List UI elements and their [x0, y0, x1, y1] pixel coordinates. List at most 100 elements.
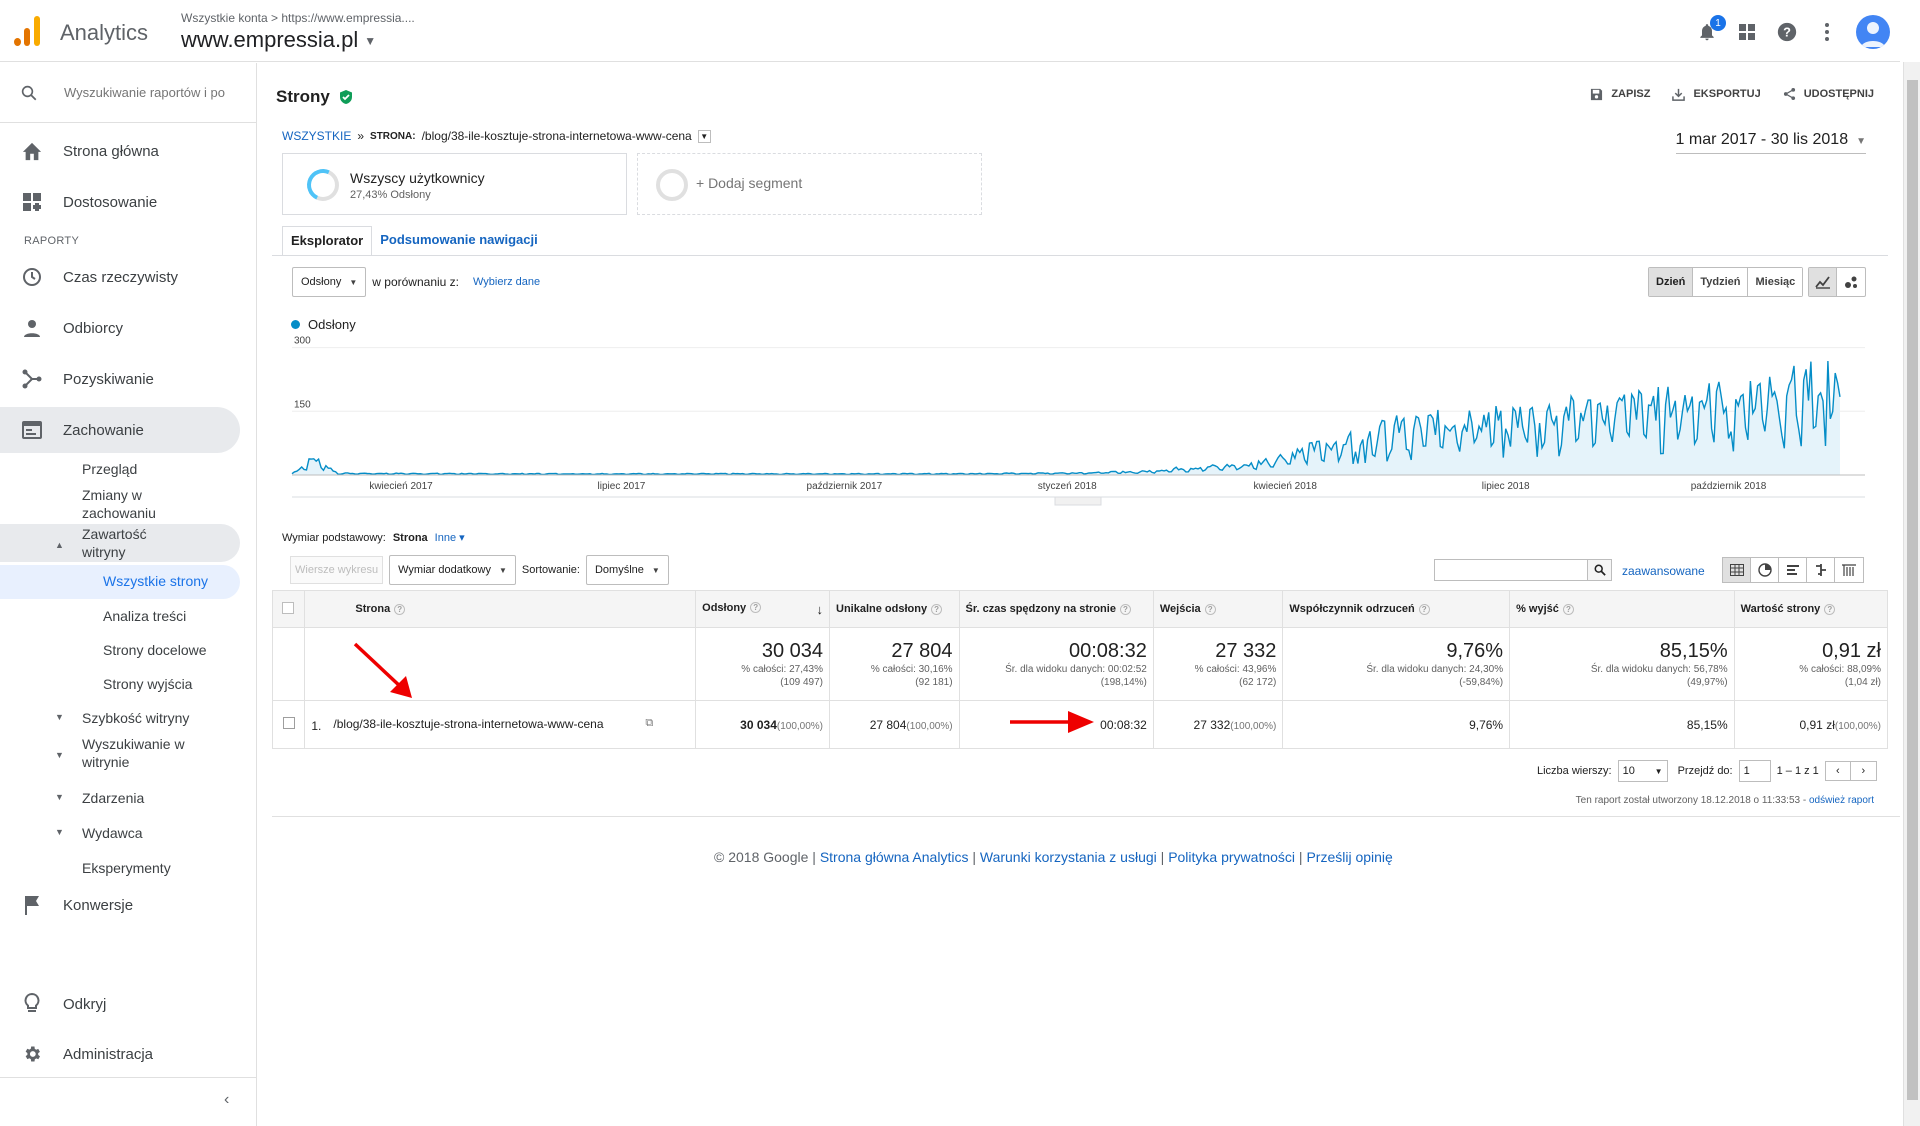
col-header-unique-pageviews[interactable]: Unikalne odsłony? [829, 590, 960, 628]
tab-explorer[interactable]: Eksplorator [282, 226, 373, 256]
tab-navigation-summary[interactable]: Podsumowanie nawigacji [372, 226, 545, 256]
goto-page-input[interactable]: 1 [1738, 760, 1771, 782]
sidebar-item-landing-pages[interactable]: Strony docelowe [103, 642, 207, 658]
pivot-view-icon[interactable] [1835, 558, 1863, 582]
select-all-checkbox[interactable] [282, 601, 294, 614]
sidebar-item-realtime[interactable]: Czas rzeczywisty [0, 254, 240, 300]
plot-rows-button[interactable]: Wiersze wykresu [290, 556, 384, 584]
choose-metric-link[interactable]: Wybierz dane [473, 276, 540, 288]
account-breadcrumb[interactable]: Wszystkie konta > https://www.empressia.… [181, 11, 415, 25]
page-scrollbar[interactable] [1903, 62, 1920, 1126]
sidebar-item-behavior-flow[interactable]: Zmiany w zachowaniu [82, 486, 192, 522]
footer-link-privacy[interactable]: Polityka prywatności [1168, 849, 1295, 865]
period-day-button[interactable]: Dzień [1649, 268, 1694, 296]
sidebar-item-admin[interactable]: Administracja [0, 1031, 240, 1077]
sidebar-item-overview[interactable]: Przegląd [82, 460, 137, 478]
primary-dim-other[interactable]: Inne ▾ [435, 531, 465, 544]
help-icon[interactable]: ? [1562, 603, 1574, 615]
account-selector[interactable]: www.empressia.pl ▼ [181, 27, 376, 53]
bell-icon[interactable]: 1 [1696, 15, 1726, 43]
help-icon[interactable]: ? [931, 603, 943, 615]
pie-view-icon[interactable] [1751, 558, 1779, 582]
sidebar-item-conversions[interactable]: Konwersje [0, 882, 240, 928]
sidebar-item-site-content[interactable]: Zawartość witryny [82, 525, 192, 561]
collapse-sidebar-icon[interactable]: ‹ [224, 1091, 229, 1109]
crumb-all-link[interactable]: WSZYSTKIE [282, 129, 351, 143]
search-icon[interactable] [1588, 559, 1612, 581]
footer-link-feedback[interactable]: Prześlij opinię [1306, 849, 1392, 865]
refresh-report-link[interactable]: odśwież raport [1809, 795, 1874, 806]
analytics-logo-icon[interactable] [14, 16, 42, 46]
rows-per-page-select[interactable]: 10 ▼ [1617, 760, 1668, 782]
table-view-icon[interactable] [1723, 558, 1751, 582]
metric-select[interactable]: Odsłony ▼ [292, 267, 367, 297]
user-avatar[interactable] [1856, 15, 1890, 49]
date-range-picker[interactable]: 1 mar 2017 - 30 lis 2018 ▼ [1675, 131, 1866, 154]
add-segment-box[interactable]: + Dodaj segment [637, 153, 982, 215]
app-name[interactable]: Analytics [60, 20, 148, 46]
advanced-filter-link[interactable]: zaawansowane [1622, 564, 1705, 578]
col-header-bounce-rate[interactable]: Współczynnik odrzuceń? [1282, 590, 1511, 628]
help-icon[interactable]: ? [1418, 603, 1430, 615]
help-icon[interactable]: ? [1776, 21, 1798, 43]
sidebar-item-discover[interactable]: Odkryj [0, 981, 240, 1027]
report-search-input[interactable] [64, 85, 234, 100]
crumb-dropdown-icon[interactable]: ▼ [697, 129, 711, 143]
sidebar-item-publisher[interactable]: Wydawca [82, 824, 143, 842]
help-icon[interactable]: ? [750, 602, 762, 614]
prev-page-icon[interactable]: ‹ [1824, 761, 1851, 781]
share-button[interactable]: UDOSTĘPNIJ [1783, 87, 1874, 101]
totals-exit: 85,15% Śr. dla widoku danych: 56,78% (49,9… [1509, 627, 1735, 701]
more-vert-icon[interactable] [1816, 21, 1838, 43]
sidebar-item-content-drilldown[interactable]: Analiza treści [103, 608, 186, 624]
apps-grid-icon[interactable] [1736, 21, 1758, 43]
motion-chart-icon[interactable] [1837, 268, 1865, 296]
help-icon[interactable]: ? [1204, 603, 1216, 615]
svg-text:?: ? [1783, 25, 1791, 40]
period-week-button[interactable]: Tydzień [1693, 268, 1749, 296]
comparison-view-icon[interactable] [1807, 558, 1835, 582]
scrollbar-thumb[interactable] [1907, 80, 1918, 1100]
sidebar-item-home[interactable]: Strona główna [0, 128, 240, 174]
export-button[interactable]: EKSPORTUJ [1672, 87, 1761, 101]
crumb-value: /blog/38-ile-kosztuje-strona-internetowa… [421, 129, 692, 143]
row-checkbox[interactable] [282, 717, 295, 729]
footer-link-terms[interactable]: Warunki korzystania z usługi [980, 849, 1157, 865]
col-header-page-value[interactable]: Wartość strony? [1733, 590, 1889, 628]
sidebar-item-exit-pages[interactable]: Strony wyjścia [103, 676, 192, 692]
sidebar-item-all-pages[interactable]: Wszystkie strony [103, 573, 208, 589]
sidebar-item-behavior[interactable]: Zachowanie [0, 407, 240, 453]
table-filter-input[interactable] [1434, 559, 1588, 581]
col-header-page[interactable]: Strona? [304, 590, 697, 628]
col-header-avg-time[interactable]: Śr. czas spędzony na stronie? [958, 590, 1154, 628]
segment-all-users[interactable]: Wszyscy użytkownicy 27,43% Odsłony [282, 153, 627, 215]
sidebar-item-events[interactable]: Zdarzenia [82, 789, 144, 807]
sidebar-item-site-speed[interactable]: Szybkość witryny [82, 709, 189, 727]
primary-dim-current[interactable]: Strona [393, 532, 428, 544]
row-page-link[interactable]: /blog/38-ile-kosztuje-strona-internetowa… [333, 717, 633, 732]
sidebar-item-acquisition[interactable]: Pozyskiwanie [0, 356, 240, 402]
col-header-entrances[interactable]: Wejścia? [1152, 590, 1284, 628]
period-month-button[interactable]: Miesiąc [1748, 268, 1803, 296]
sort-select[interactable]: Domyślne ▼ [585, 555, 669, 585]
col-header-pageviews[interactable]: Odsłony? ↓ [695, 590, 831, 628]
save-button[interactable]: ZAPISZ [1590, 87, 1650, 101]
next-page-icon[interactable]: › [1850, 761, 1877, 781]
x-tick-label: lipiec 2018 [1482, 481, 1530, 492]
open-external-icon[interactable]: ⧉ [645, 717, 653, 730]
secondary-dimension-select[interactable]: Wymiar dodatkowy ▼ [389, 555, 516, 585]
line-chart-icon[interactable] [1809, 268, 1837, 296]
sidebar-item-site-search[interactable]: Wyszukiwanie w witrynie [82, 735, 207, 771]
top-header: Analytics Wszystkie konta > https://www.… [0, 0, 1900, 62]
col-header-exit-pct[interactable]: % wyjść? [1509, 590, 1735, 628]
sidebar-item-audience[interactable]: Odbiorcy [0, 305, 240, 351]
sidebar-item-experiments[interactable]: Eksperymenty [82, 859, 171, 877]
row-checkbox-cell [271, 700, 306, 749]
help-icon[interactable]: ? [1119, 603, 1131, 615]
sidebar-item-customization[interactable]: Dostosowanie [0, 179, 240, 225]
help-icon[interactable]: ? [1824, 603, 1836, 615]
performance-view-icon[interactable] [1779, 558, 1807, 582]
help-icon[interactable]: ? [394, 603, 406, 615]
total-pct: % całości: 30,16% [870, 663, 953, 675]
footer-link-analytics-home[interactable]: Strona główna Analytics [820, 849, 969, 865]
